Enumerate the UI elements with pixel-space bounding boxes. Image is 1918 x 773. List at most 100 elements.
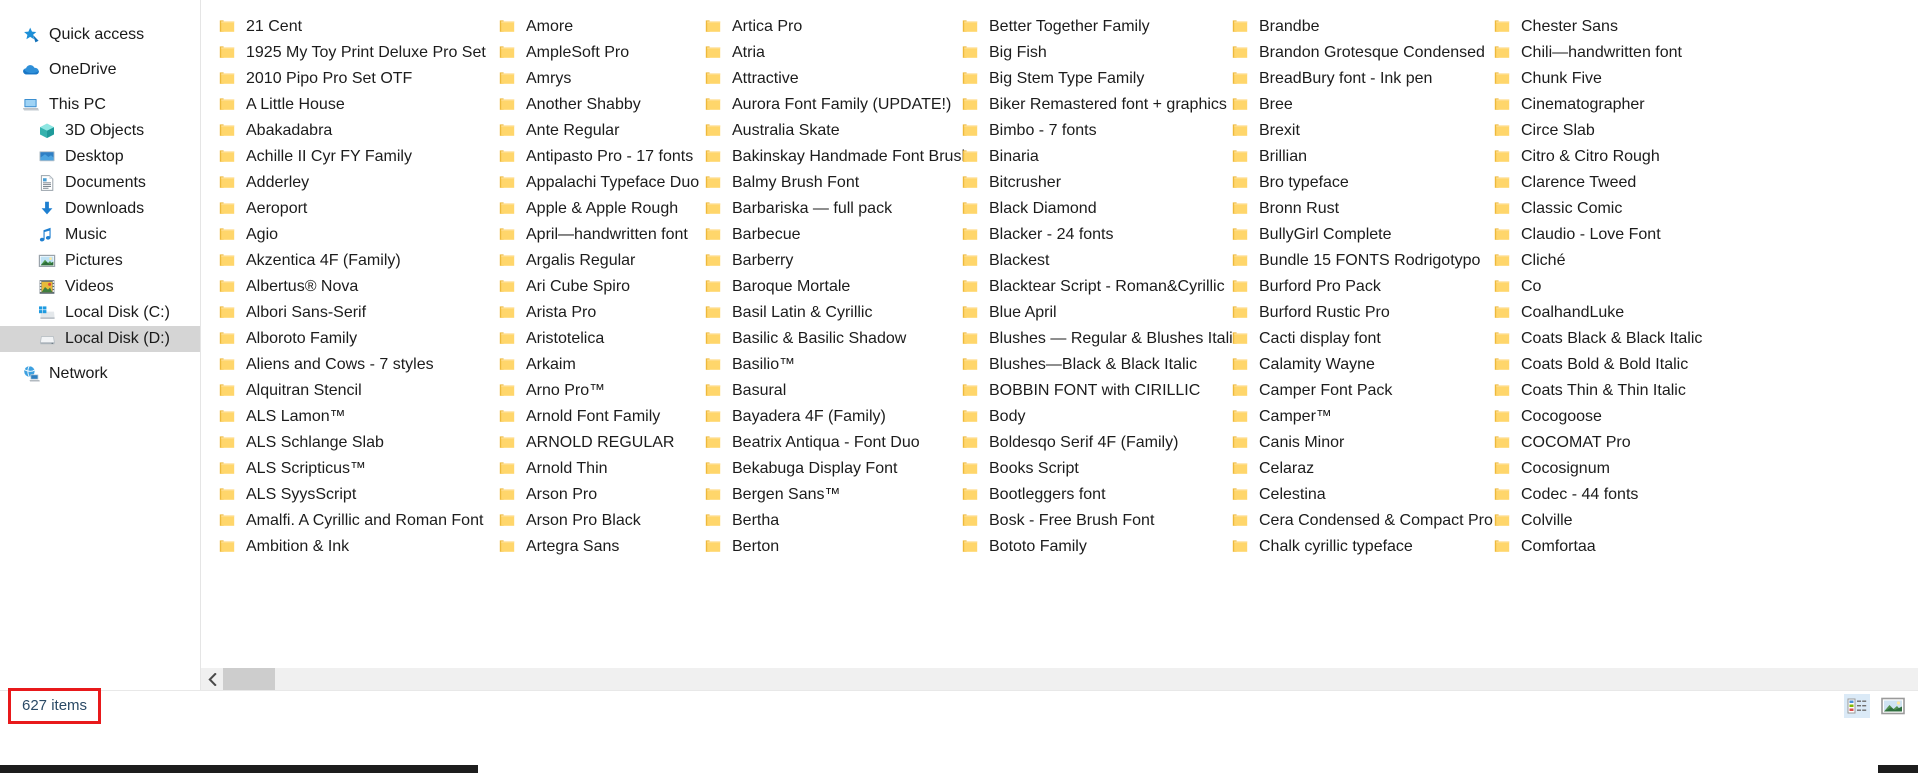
list-item[interactable]: Amalfi. A Cyrillic and Roman Font <box>201 508 483 534</box>
list-item[interactable]: ARNOLD REGULAR <box>481 430 687 456</box>
list-item[interactable]: Albori Sans-Serif <box>201 300 481 326</box>
list-item[interactable]: Arno Pro™ <box>481 378 687 404</box>
list-item[interactable]: Aliens and Cows - 7 styles <box>201 352 481 378</box>
list-item[interactable]: Argalis Regular <box>481 248 687 274</box>
list-item[interactable]: Chunk Five <box>1476 66 1736 92</box>
list-item[interactable]: Basil Latin & Cyrillic <box>687 300 944 326</box>
list-item[interactable]: A Little House <box>201 92 481 118</box>
list-item[interactable]: 2010 Pipo Pro Set OTF <box>201 66 481 92</box>
list-item[interactable]: Apple & Apple Rough <box>481 196 687 222</box>
list-item[interactable]: Artica Pro <box>687 14 944 40</box>
list-item[interactable]: Bototo Family <box>944 534 1214 560</box>
list-item[interactable]: ALS Lamon™ <box>201 404 481 430</box>
list-item[interactable]: CoalhandLuke <box>1476 300 1736 326</box>
list-item[interactable]: Coats Bold & Bold Italic <box>1476 352 1736 378</box>
scroll-left-button[interactable] <box>201 668 223 690</box>
list-item[interactable]: Antipasto Pro - 17 fonts <box>481 144 693 170</box>
list-item[interactable]: Clarence Tweed <box>1476 170 1736 196</box>
list-item[interactable]: BOBBIN FONT with CIRILLIC <box>944 378 1214 404</box>
list-item[interactable]: Berton <box>687 534 944 560</box>
list-item[interactable]: Coats Black & Black Italic <box>1476 326 1736 352</box>
list-item[interactable]: Better Together Family <box>944 14 1214 40</box>
list-item[interactable]: Amore <box>481 14 687 40</box>
list-item[interactable]: Codec - 44 fonts <box>1476 482 1736 508</box>
sidebar-item-onedrive[interactable]: OneDrive <box>0 57 200 83</box>
list-item[interactable]: Brandon Grotesque Condensed <box>1214 40 1485 66</box>
list-item[interactable]: Claudio - Love Font <box>1476 222 1736 248</box>
list-item[interactable]: Brandbe <box>1214 14 1476 40</box>
list-item[interactable]: Balmy Brush Font <box>687 170 944 196</box>
list-item[interactable]: Bundle 15 FONTS Rodrigotypo <box>1214 248 1480 274</box>
list-item[interactable]: Blacker - 24 fonts <box>944 222 1214 248</box>
sidebar-item-network[interactable]: Network <box>0 361 200 387</box>
list-item[interactable]: Abakadabra <box>201 118 481 144</box>
sidebar-item-3d-objects[interactable]: 3D Objects <box>0 118 200 144</box>
list-item[interactable]: COCOMAT Pro <box>1476 430 1736 456</box>
list-item[interactable]: Comfortaa <box>1476 534 1736 560</box>
list-item[interactable]: Books Script <box>944 456 1214 482</box>
list-item[interactable]: Arson Pro <box>481 482 687 508</box>
list-item[interactable]: Arista Pro <box>481 300 687 326</box>
list-item[interactable]: 1925 My Toy Print Deluxe Pro Set <box>201 40 486 66</box>
scrollbar-track[interactable] <box>223 668 1918 690</box>
list-item[interactable]: Blushes—Black & Black Italic <box>944 352 1214 378</box>
list-item[interactable]: Ari Cube Spiro <box>481 274 687 300</box>
sidebar-item-quick-access[interactable]: Quick access <box>0 22 200 48</box>
list-item[interactable]: Arnold Thin <box>481 456 687 482</box>
list-item[interactable]: Bergen Sans™ <box>687 482 944 508</box>
sidebar-item-desktop[interactable]: Desktop <box>0 144 200 170</box>
list-item[interactable]: Attractive <box>687 66 944 92</box>
sidebar-item-videos[interactable]: Videos <box>0 274 200 300</box>
list-item[interactable]: Cocosignum <box>1476 456 1736 482</box>
large-icons-view-button[interactable] <box>1880 694 1906 718</box>
list-item[interactable]: Canis Minor <box>1214 430 1476 456</box>
horizontal-scrollbar[interactable] <box>201 668 1918 690</box>
navigation-pane[interactable]: Quick access OneDrive This PC 3D Objects Des… <box>0 0 200 690</box>
list-item[interactable]: Cinematographer <box>1476 92 1736 118</box>
list-item[interactable]: Bosk - Free Brush Font <box>944 508 1214 534</box>
list-item[interactable]: April—handwritten font <box>481 222 688 248</box>
sidebar-item-documents[interactable]: Documents <box>0 170 200 196</box>
list-item[interactable]: Arkaim <box>481 352 687 378</box>
sidebar-item-this-pc[interactable]: This PC <box>0 92 200 118</box>
list-item[interactable]: Adderley <box>201 170 481 196</box>
list-item[interactable]: Chili—handwritten font <box>1476 40 1736 66</box>
list-item[interactable]: Circe Slab <box>1476 118 1736 144</box>
list-item[interactable]: Another Shabby <box>481 92 687 118</box>
list-item[interactable]: Cocogoose <box>1476 404 1736 430</box>
list-item[interactable]: Achille II Cyr FY Family <box>201 144 481 170</box>
list-item[interactable]: Binaria <box>944 144 1214 170</box>
list-item[interactable]: Burford Rustic Pro <box>1214 300 1476 326</box>
sidebar-item-local-disk-d[interactable]: Local Disk (D:) <box>0 326 200 352</box>
list-item[interactable]: Celestina <box>1214 482 1476 508</box>
list-item[interactable]: ALS SyysScript <box>201 482 481 508</box>
list-item[interactable]: Blue April <box>944 300 1214 326</box>
file-list[interactable]: 21 Cent 1925 My Toy Print Deluxe Pro Set 2… <box>201 14 1736 574</box>
list-item[interactable]: Aristotelica <box>481 326 687 352</box>
list-item[interactable]: Bakinskay Handmade Font Brush <box>687 144 970 170</box>
list-item[interactable]: Brillian <box>1214 144 1476 170</box>
list-item[interactable]: Barbecue <box>687 222 944 248</box>
list-item[interactable]: ALS Schlange Slab <box>201 430 481 456</box>
list-item[interactable]: Artegra Sans <box>481 534 687 560</box>
list-item[interactable]: Cacti display font <box>1214 326 1476 352</box>
list-item[interactable]: Cliché <box>1476 248 1736 274</box>
list-item[interactable]: Coats Thin & Thin Italic <box>1476 378 1736 404</box>
details-view-button[interactable] <box>1844 694 1870 718</box>
list-item[interactable]: Biker Remastered font + graphics <box>944 92 1227 118</box>
list-item[interactable]: Appalachi Typeface Duo <box>481 170 699 196</box>
list-item[interactable]: Bekabuga Display Font <box>687 456 944 482</box>
list-item[interactable]: Beatrix Antiqua - Font Duo <box>687 430 944 456</box>
list-item[interactable]: Brexit <box>1214 118 1476 144</box>
list-item[interactable]: Agio <box>201 222 481 248</box>
list-item[interactable]: Body <box>944 404 1214 430</box>
list-item[interactable]: Burford Pro Pack <box>1214 274 1476 300</box>
list-item[interactable]: Basural <box>687 378 944 404</box>
list-item[interactable]: Bertha <box>687 508 944 534</box>
list-item[interactable]: Australia Skate <box>687 118 944 144</box>
list-item[interactable]: Albertus® Nova <box>201 274 481 300</box>
sidebar-item-pictures[interactable]: Pictures <box>0 248 200 274</box>
list-item[interactable]: Camper™ <box>1214 404 1476 430</box>
list-item[interactable]: Celaraz <box>1214 456 1476 482</box>
list-item[interactable]: Big Fish <box>944 40 1214 66</box>
